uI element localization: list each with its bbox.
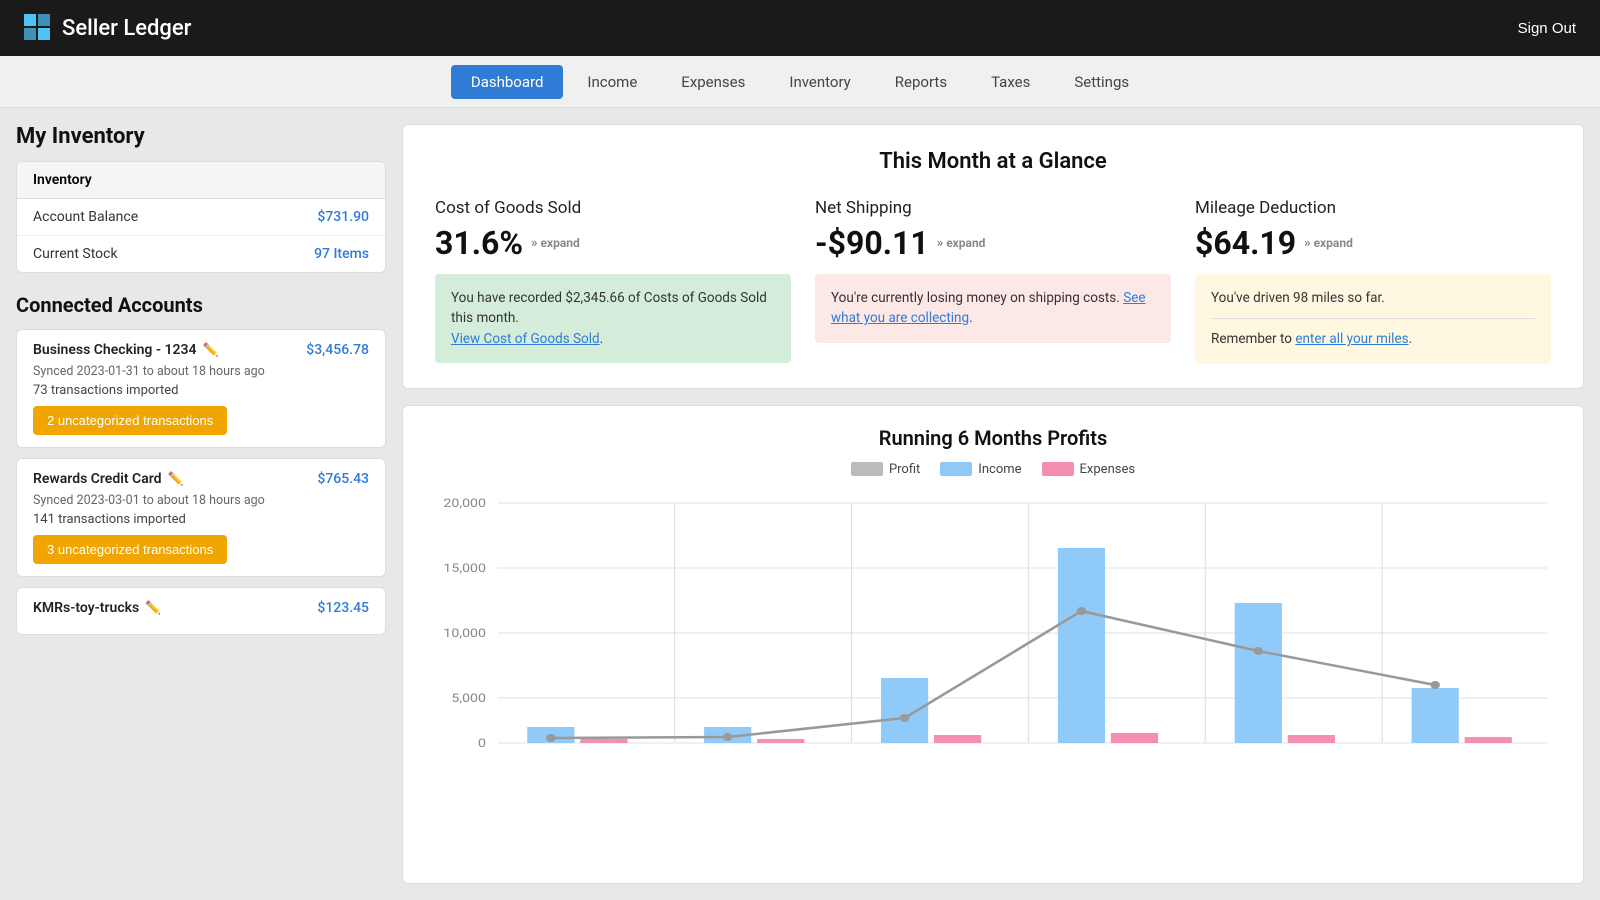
current-stock-label: Current Stock	[33, 246, 118, 262]
account-balance-value[interactable]: $731.90	[317, 209, 369, 225]
glance-card: This Month at a Glance Cost of Goods Sol…	[402, 124, 1584, 389]
profit-swatch	[851, 462, 883, 476]
connected-accounts-title: Connected Accounts	[16, 293, 386, 317]
nav: Dashboard Income Expenses Inventory Repo…	[0, 56, 1600, 108]
account-card-2: KMRs-toy-trucks ✏️ $123.45	[16, 587, 386, 635]
svg-text:0: 0	[478, 736, 486, 750]
account-balance-0[interactable]: $3,456.78	[306, 342, 369, 358]
income-swatch	[940, 462, 972, 476]
cogs-link[interactable]: View Cost of Goods Sold	[451, 331, 600, 347]
sign-out-button[interactable]: Sign Out	[1518, 20, 1576, 37]
glance-col-mileage: Mileage Deduction $64.19 expand You've d…	[1195, 198, 1551, 364]
info-box-mileage: You've driven 98 miles so far. Remember …	[1195, 274, 1551, 364]
glance-value-shipping: -$90.11 expand	[815, 224, 1171, 262]
current-stock-value[interactable]: 97 Items	[314, 246, 369, 262]
inventory-card-header: Inventory	[17, 162, 385, 199]
logo-icon	[24, 14, 52, 42]
shipping-link[interactable]: See what you are collecting	[831, 290, 1146, 326]
account-transactions-1: 141 transactions imported	[33, 512, 369, 527]
account-card-0: Business Checking - 1234 ✏️ $3,456.78 Sy…	[16, 329, 386, 448]
main-layout: My Inventory Inventory Account Balance $…	[0, 108, 1600, 900]
account-name-2: KMRs-toy-trucks ✏️	[33, 600, 161, 616]
glance-grid: Cost of Goods Sold 31.6% expand You have…	[435, 198, 1551, 364]
sidebar: My Inventory Inventory Account Balance $…	[16, 124, 386, 884]
chart-legend: Profit Income Expenses	[427, 462, 1559, 477]
current-stock-row: Current Stock 97 Items	[17, 236, 385, 272]
svg-text:15,000: 15,000	[443, 561, 486, 575]
uncategorized-btn-0[interactable]: 2 uncategorized transactions	[33, 406, 227, 435]
expenses-swatch	[1042, 462, 1074, 476]
legend-income-label: Income	[978, 462, 1021, 477]
svg-text:10,000: 10,000	[443, 626, 486, 640]
chart-area: 20,000 15,000 10,000 5,000 0	[427, 493, 1559, 753]
info-box-shipping: You're currently losing money on shippin…	[815, 274, 1171, 343]
nav-item-expenses[interactable]: Expenses	[661, 65, 765, 99]
glance-label-mileage: Mileage Deduction	[1195, 198, 1551, 218]
mileage-link[interactable]: enter all your miles	[1295, 331, 1408, 347]
account-sync-0: Synced 2023-01-31 to about 18 hours ago	[33, 364, 369, 379]
account-card-1: Rewards Credit Card ✏️ $765.43 Synced 20…	[16, 458, 386, 577]
glance-value-cogs: 31.6% expand	[435, 224, 791, 262]
expand-cogs[interactable]: expand	[531, 236, 580, 251]
legend-expenses-label: Expenses	[1080, 462, 1136, 477]
edit-icon-2[interactable]: ✏️	[145, 601, 161, 616]
nav-item-dashboard[interactable]: Dashboard	[451, 65, 564, 99]
chart-title: Running 6 Months Profits	[427, 426, 1559, 450]
app-title: Seller Ledger	[62, 16, 191, 41]
account-name-0: Business Checking - 1234 ✏️	[33, 342, 219, 358]
account-header-2: KMRs-toy-trucks ✏️ $123.45	[33, 600, 369, 616]
glance-col-shipping: Net Shipping -$90.11 expand You're curre…	[815, 198, 1171, 364]
glance-value-mileage: $64.19 expand	[1195, 224, 1551, 262]
svg-text:20,000: 20,000	[443, 496, 486, 510]
glance-label-shipping: Net Shipping	[815, 198, 1171, 218]
chart-card: Running 6 Months Profits Profit Income E…	[402, 405, 1584, 885]
main-content: This Month at a Glance Cost of Goods Sol…	[402, 124, 1584, 884]
expand-shipping[interactable]: expand	[937, 236, 986, 251]
account-name-1: Rewards Credit Card ✏️	[33, 471, 184, 487]
edit-icon-0[interactable]: ✏️	[202, 343, 218, 358]
glance-col-cogs: Cost of Goods Sold 31.6% expand You have…	[435, 198, 791, 364]
nav-item-reports[interactable]: Reports	[875, 65, 967, 99]
svg-text:5,000: 5,000	[451, 691, 486, 705]
chart-svg: 20,000 15,000 10,000 5,000 0	[427, 493, 1559, 753]
expand-mileage[interactable]: expand	[1304, 236, 1353, 251]
account-balance-row: Account Balance $731.90	[17, 199, 385, 236]
inventory-summary-card: Inventory Account Balance $731.90 Curren…	[16, 161, 386, 273]
account-sync-1: Synced 2023-03-01 to about 18 hours ago	[33, 493, 369, 508]
account-transactions-0: 73 transactions imported	[33, 383, 369, 398]
nav-item-inventory[interactable]: Inventory	[769, 65, 870, 99]
nav-item-settings[interactable]: Settings	[1054, 65, 1149, 99]
legend-profit-label: Profit	[889, 462, 920, 477]
header: Seller Ledger Sign Out	[0, 0, 1600, 56]
my-inventory-title: My Inventory	[16, 124, 386, 149]
account-balance-2[interactable]: $123.45	[317, 600, 369, 616]
logo: Seller Ledger	[24, 14, 191, 42]
info-box-cogs: You have recorded $2,345.66 of Costs of …	[435, 274, 791, 363]
account-balance-label: Account Balance	[33, 209, 138, 225]
legend-income: Income	[940, 462, 1021, 477]
nav-item-taxes[interactable]: Taxes	[971, 65, 1050, 99]
edit-icon-1[interactable]: ✏️	[168, 472, 184, 487]
legend-expenses: Expenses	[1042, 462, 1136, 477]
legend-profit: Profit	[851, 462, 920, 477]
glance-label-cogs: Cost of Goods Sold	[435, 198, 791, 218]
account-balance-1[interactable]: $765.43	[317, 471, 369, 487]
account-header-1: Rewards Credit Card ✏️ $765.43	[33, 471, 369, 487]
uncategorized-btn-1[interactable]: 3 uncategorized transactions	[33, 535, 227, 564]
nav-item-income[interactable]: Income	[567, 65, 657, 99]
account-header-0: Business Checking - 1234 ✏️ $3,456.78	[33, 342, 369, 358]
glance-title: This Month at a Glance	[435, 149, 1551, 174]
